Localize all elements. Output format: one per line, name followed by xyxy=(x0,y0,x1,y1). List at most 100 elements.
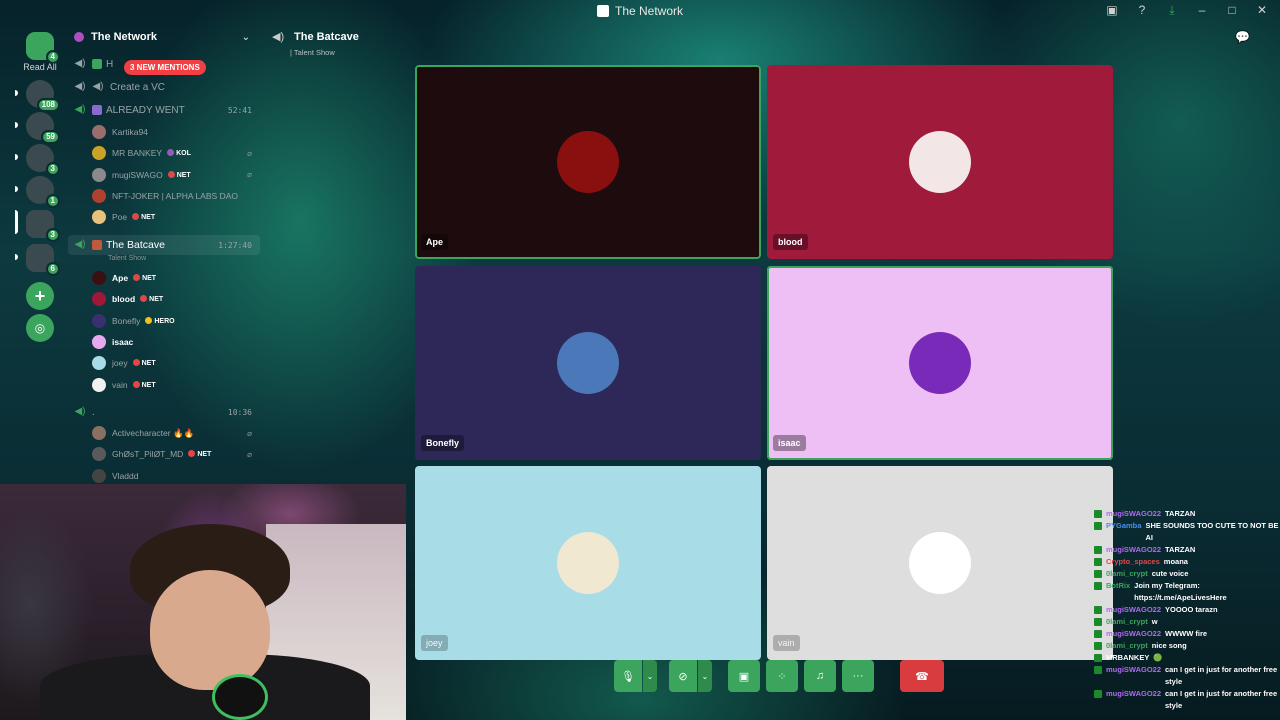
member-row[interactable]: isaac xyxy=(92,333,260,351)
member-row[interactable]: Ape NET xyxy=(92,269,260,287)
chat-username: MRBANKEY xyxy=(1106,653,1150,662)
more-options-button[interactable]: ··· xyxy=(842,660,874,692)
home-button[interactable]: 4 xyxy=(26,32,60,64)
chat-username: BotRix xyxy=(1106,581,1131,590)
video-tile[interactable]: isaac xyxy=(767,266,1113,460)
server-icon[interactable]: 59 xyxy=(26,112,60,144)
video-tile[interactable]: vain xyxy=(767,466,1113,660)
video-tile[interactable]: blood xyxy=(767,65,1113,259)
server-icon[interactable]: 1 xyxy=(26,176,60,208)
download-icon[interactable]: ⤓ xyxy=(1164,3,1180,18)
read-all-button[interactable]: Read All xyxy=(18,62,62,72)
member-row[interactable]: Poe NET xyxy=(92,208,260,226)
avatar xyxy=(92,146,106,161)
camera-off-button[interactable]: ⊘ xyxy=(669,660,697,692)
muted-icon: ⌀ xyxy=(247,428,252,438)
member-name: Vladdd xyxy=(112,470,139,481)
participant-name: Bonefly xyxy=(421,435,465,451)
role-icon xyxy=(167,149,175,157)
server-icon[interactable]: 3 xyxy=(26,144,60,176)
chat-text: SHE SOUNDS TOO CUTE TO NOT BE AI xyxy=(1145,521,1279,542)
channel-topic[interactable]: | Talent Show xyxy=(290,48,335,57)
add-server-button[interactable]: + xyxy=(26,282,54,310)
server-folder-icon[interactable]: 6 xyxy=(26,244,60,276)
chat-username: mugiSWAGO22 xyxy=(1106,689,1162,698)
member-name: Poe xyxy=(112,212,128,223)
channel-emoji xyxy=(92,105,102,115)
maximize-button[interactable]: □ xyxy=(1224,3,1240,18)
member-row[interactable]: Bonefly HERO xyxy=(92,312,260,330)
close-button[interactable]: ✕ xyxy=(1254,3,1270,18)
voice-channel[interactable]: ◀) ◀) Create a VC xyxy=(68,77,260,97)
member-row[interactable]: blood NET xyxy=(92,290,260,308)
explore-servers-icon[interactable]: ◎ xyxy=(26,314,54,342)
speaker-icon: ◀) xyxy=(74,58,86,69)
avatar xyxy=(92,334,106,349)
member-row[interactable]: Vladdd xyxy=(92,467,260,485)
video-tile[interactable]: Ape xyxy=(415,65,761,259)
speaker-icon: ◀) xyxy=(74,406,86,417)
voice-channel-active[interactable]: ◀) The Batcave 1:27:40 xyxy=(68,235,260,255)
member-row[interactable]: Activecharacter 🔥🔥 ⌀ xyxy=(92,424,260,442)
member-row[interactable]: Kartika94 xyxy=(92,123,260,141)
chat-text: moana xyxy=(1163,557,1188,566)
avatar xyxy=(557,532,619,594)
activities-button[interactable]: ⁘ xyxy=(766,660,798,692)
soundboard-button[interactable]: ♫ xyxy=(804,660,836,692)
server-header[interactable]: The Network ⌄ xyxy=(68,26,260,48)
video-tile[interactable]: joey xyxy=(415,466,761,660)
chevron-down-icon[interactable]: ⌄ xyxy=(242,32,250,43)
member-row[interactable]: vain NET xyxy=(92,376,260,394)
member-row[interactable]: MR BANKEY KOL ⌀ xyxy=(92,144,260,162)
streamer-webcam xyxy=(0,484,406,720)
disconnect-button[interactable]: ☎ xyxy=(900,660,944,692)
chat-username: mugiSWAGO22 xyxy=(1106,605,1162,614)
channel-timer: 1:27:40 xyxy=(218,240,252,250)
chat-username: 0lami_crypt xyxy=(1106,617,1148,626)
video-tile[interactable]: Bonefly xyxy=(415,266,761,460)
chat-message: mugiSWAGO22 TARZAN xyxy=(1094,508,1280,520)
participant-name: isaac xyxy=(773,435,806,451)
app-icon xyxy=(596,5,609,17)
chat-icon[interactable]: 💬 xyxy=(1235,30,1250,44)
unread-pip xyxy=(15,186,18,192)
moderator-badge-icon xyxy=(1094,522,1102,530)
voice-channel[interactable]: ◀) ALREADY WENT 52:41 xyxy=(68,100,260,120)
participant-name: Ape xyxy=(421,234,449,250)
member-name: vain xyxy=(112,379,128,390)
microphone-button[interactable]: 🎙 xyxy=(614,660,642,692)
chat-message: BotRix Join my Telegram: https://t.me/Ape… xyxy=(1094,580,1280,604)
voice-channel[interactable]: ◀) . 10:36 xyxy=(68,402,260,422)
member-row[interactable]: NFT-JOKER | ALPHA LABS DAO xyxy=(92,187,260,205)
voice-channel[interactable]: ◀) H xyxy=(68,54,260,74)
avatar xyxy=(909,131,971,193)
member-row[interactable]: mugiSWAGO NET ⌀ xyxy=(92,166,260,184)
role-tag: NET xyxy=(132,213,155,221)
minimize-button[interactable]: – xyxy=(1194,3,1210,18)
chat-message: mugiSWAGO22 can I get in just for another… xyxy=(1094,664,1280,688)
chat-message: mugiSWAGO22 can I get in just for another… xyxy=(1094,688,1280,712)
member-row[interactable]: GhØsT_PilØT_MD NET ⌀ xyxy=(92,445,260,463)
help-icon[interactable]: ? xyxy=(1134,3,1150,18)
member-row[interactable]: joey NET xyxy=(92,354,260,372)
channel-name: H xyxy=(106,58,114,70)
speaker-icon: ◀) xyxy=(92,81,104,92)
microphone-options-chevron-icon[interactable]: ⌄ xyxy=(643,660,657,692)
server-icon[interactable]: 108 xyxy=(26,80,60,112)
server-badge: 1 xyxy=(45,194,60,208)
channel-name: Create a VC xyxy=(110,81,166,93)
avatar xyxy=(909,532,971,594)
chat-text: can I get in just for another free style xyxy=(1165,689,1278,710)
role-icon xyxy=(132,213,140,221)
role-icon xyxy=(133,274,141,281)
avatar xyxy=(909,332,971,394)
window-title: The Network xyxy=(614,4,684,18)
screen-share-button[interactable]: ▣ xyxy=(728,660,760,692)
window-controls: ▣ ? ⤓ – □ ✕ xyxy=(1104,3,1270,18)
call-controls: 🎙 ⌄ ⊘ ⌄ ▣ ⁘ ♫ ··· ☎ xyxy=(614,660,944,692)
camera-options-chevron-icon[interactable]: ⌄ xyxy=(698,660,712,692)
chat-text: nice song xyxy=(1151,641,1187,650)
chat-username: PYGamba xyxy=(1106,521,1142,530)
server-icon-the-network[interactable]: 3 xyxy=(26,210,60,242)
inbox-icon[interactable]: ▣ xyxy=(1104,3,1120,18)
